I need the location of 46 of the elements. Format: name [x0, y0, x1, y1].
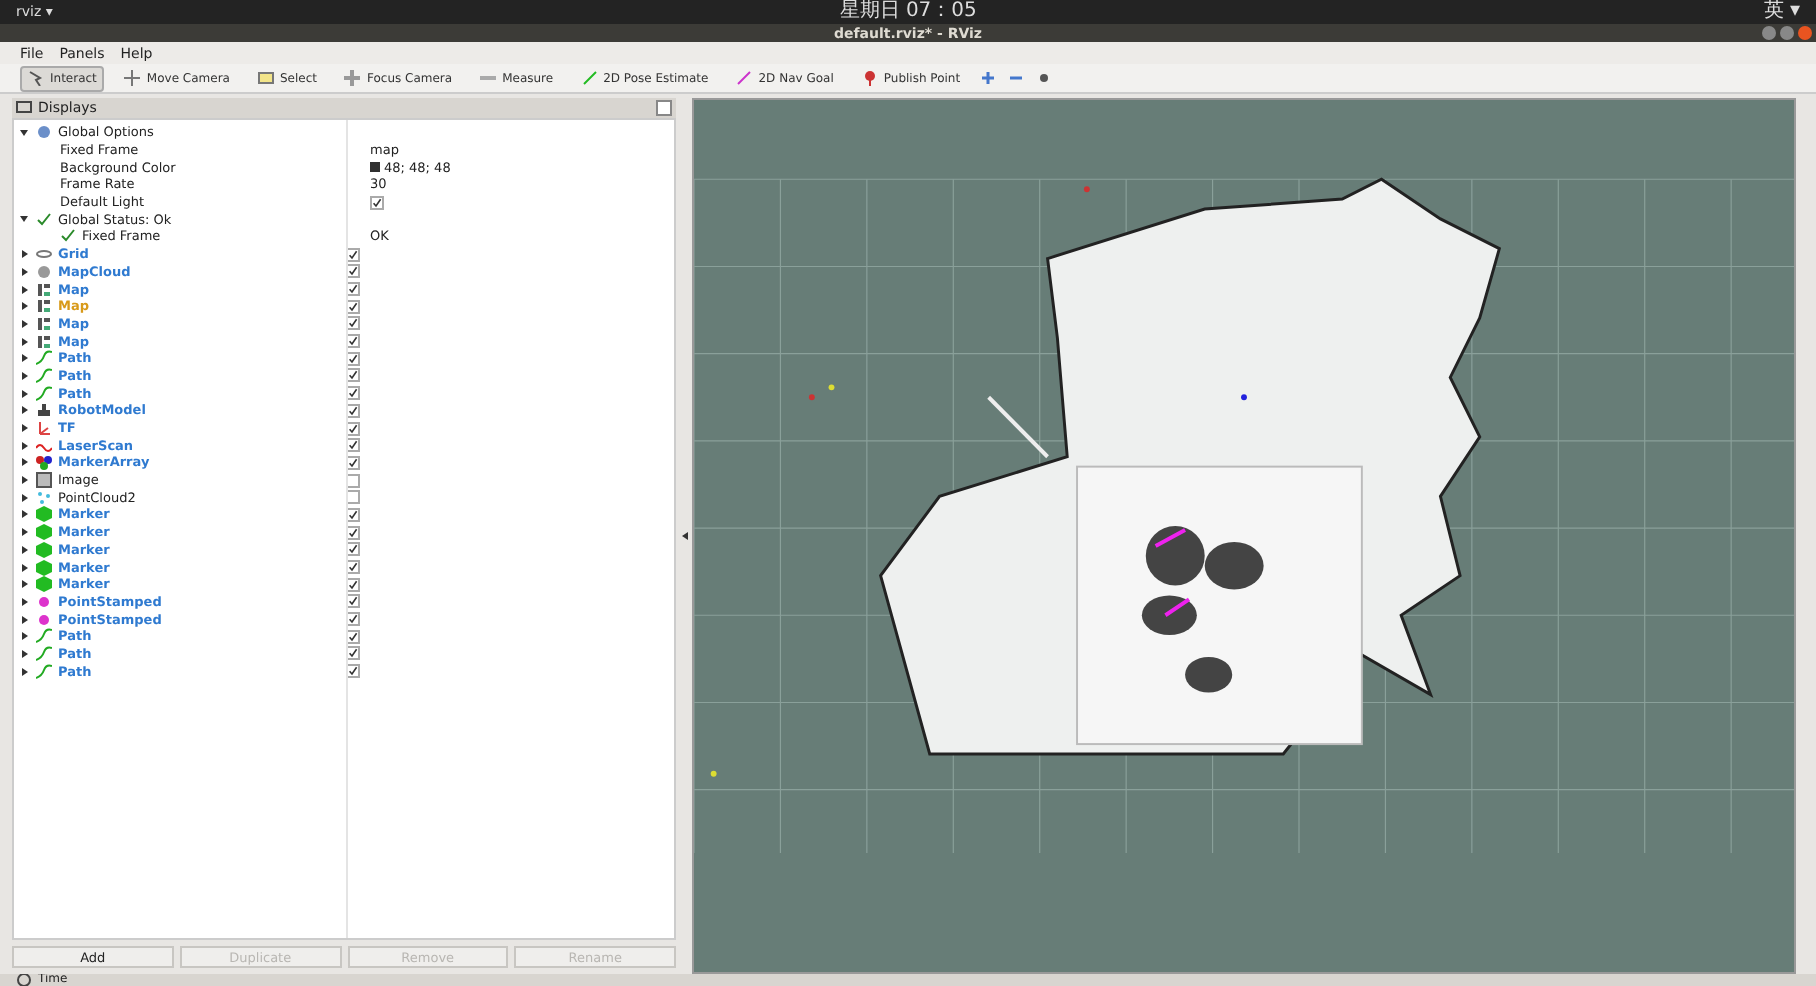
- axes-icon: [36, 420, 52, 437]
- crosshair-icon: [344, 70, 361, 86]
- markers-icon: [36, 454, 52, 471]
- checkbox[interactable]: [370, 195, 384, 210]
- clock-icon: [16, 974, 32, 986]
- expand-arrow-icon[interactable]: [21, 545, 27, 554]
- expand-arrow-icon[interactable]: [21, 667, 27, 676]
- expand-arrow-icon[interactable]: [20, 216, 28, 223]
- expand-arrow-icon[interactable]: [21, 371, 27, 380]
- expand-arrow-icon[interactable]: [20, 129, 28, 136]
- select-icon: [257, 70, 274, 86]
- expand-arrow-icon[interactable]: [21, 563, 27, 572]
- expand-arrow-icon[interactable]: [21, 354, 27, 363]
- maximize-button[interactable]: [1780, 26, 1794, 40]
- expand-arrow-icon[interactable]: [21, 476, 27, 485]
- expand-arrow-icon[interactable]: [21, 458, 27, 467]
- monitor-icon: [16, 100, 32, 116]
- pin-icon: [861, 70, 878, 86]
- expand-arrow-icon[interactable]: [21, 528, 27, 537]
- image-icon: [36, 472, 52, 489]
- expand-arrow-icon[interactable]: [21, 319, 27, 328]
- expand-arrow-icon[interactable]: [21, 632, 27, 641]
- input-method-indicator[interactable]: 英 ▾: [1763, 0, 1800, 24]
- expand-arrow-icon[interactable]: [21, 406, 27, 415]
- move-icon: [124, 70, 141, 86]
- expand-arrow-icon[interactable]: [21, 649, 27, 658]
- plus-icon[interactable]: [980, 70, 997, 86]
- expand-arrow-icon[interactable]: [21, 597, 27, 606]
- expand-arrow-icon[interactable]: [21, 250, 27, 259]
- expand-arrow-icon[interactable]: [21, 493, 27, 502]
- ruler-icon: [480, 70, 497, 86]
- expand-arrow-icon[interactable]: [21, 441, 27, 450]
- expand-arrow-icon[interactable]: [21, 337, 27, 346]
- expand-arrow-icon[interactable]: [21, 302, 27, 311]
- expand-arrow-icon[interactable]: [21, 424, 27, 433]
- color-swatch: [370, 162, 380, 173]
- close-button[interactable]: [1798, 26, 1812, 40]
- expand-arrow-icon[interactable]: [21, 580, 27, 589]
- close-panel-button[interactable]: [656, 100, 672, 116]
- expand-arrow-icon[interactable]: [21, 285, 27, 294]
- clock-text: 星期日 07：05: [839, 0, 977, 24]
- minimize-button[interactable]: [1762, 26, 1776, 40]
- expand-arrow-icon[interactable]: [21, 615, 27, 624]
- expand-arrow-icon[interactable]: [21, 389, 27, 398]
- expand-arrow-icon[interactable]: [21, 267, 27, 276]
- expand-arrow-icon[interactable]: [21, 510, 27, 519]
